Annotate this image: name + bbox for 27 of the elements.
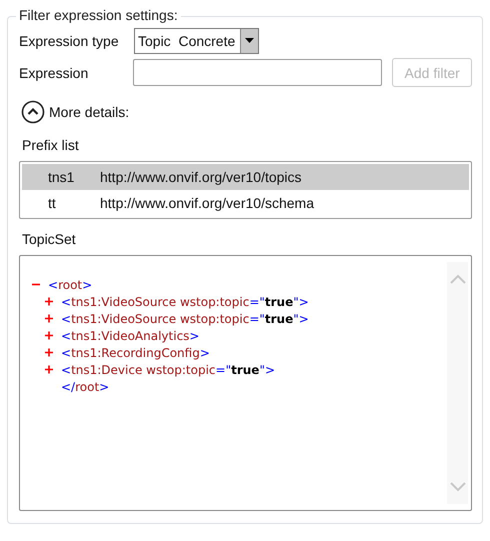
field-label: Expression type bbox=[19, 32, 120, 48]
xml-tag-text: <tns1:VideoSource wstop:topic="true"> bbox=[61, 294, 309, 308]
xml-tag-text: <tns1:VideoSource wstop:topic="true"> bbox=[61, 312, 309, 326]
xml-tag-text: <tns1:RecordingConfig> bbox=[61, 346, 210, 360]
prefix-row[interactable]: tns1 http://www.onvif.org/ver10/topics bbox=[22, 164, 469, 190]
uri-cell: http://www.onvif.org/ver10/schema bbox=[100, 195, 314, 211]
xml-tag-text: <root> bbox=[48, 278, 92, 292]
expand-plus-icon[interactable] bbox=[45, 297, 54, 306]
group-title: Filter expression settings: bbox=[16, 7, 181, 23]
expand-plus-icon[interactable] bbox=[45, 331, 54, 340]
more-details-label: More details: bbox=[49, 104, 130, 120]
xml-tag-text: <tns1:VideoAnalytics> bbox=[61, 328, 200, 342]
collapse-chevron-icon[interactable] bbox=[21, 100, 45, 124]
expression-input-field[interactable] bbox=[133, 59, 382, 86]
expand-plus-icon[interactable] bbox=[45, 314, 54, 323]
xml-tag-text: </root> bbox=[61, 380, 110, 394]
uri-cell: http://www.onvif.org/ver10/topics bbox=[100, 169, 302, 185]
expression-type-dropdown[interactable]: Topic Concrete bbox=[134, 28, 259, 54]
prefix-cell-text: tns1 bbox=[47, 169, 76, 185]
expand-plus-icon[interactable] bbox=[45, 365, 54, 374]
prefix-row[interactable]: tt http://www.onvif.org/ver10/schema bbox=[22, 190, 469, 216]
xml-tag-text: <tns1:Device wstop:topic="true"> bbox=[61, 362, 276, 376]
expand-plus-icon[interactable] bbox=[45, 348, 54, 357]
section-label: TopicSet bbox=[22, 231, 77, 249]
section-label: Prefix list bbox=[22, 137, 80, 155]
field-label: Expression bbox=[19, 64, 90, 80]
prefix-cell-text: tt bbox=[47, 195, 57, 211]
